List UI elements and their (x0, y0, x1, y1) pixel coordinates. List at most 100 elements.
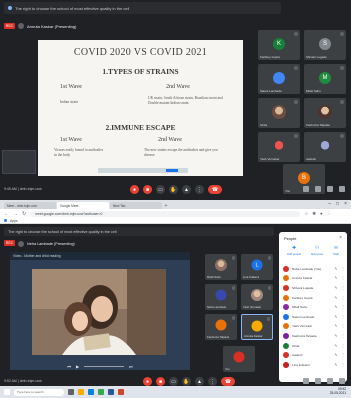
mic-icon[interactable]: ✎ (334, 286, 338, 290)
list-item[interactable]: Ishita ✎ ⋮ (283, 341, 345, 351)
taskbar-clock[interactable]: 09:52 25-05-2021 (330, 388, 346, 395)
more-icon[interactable]: ⋮ (195, 185, 204, 194)
menu-icon[interactable]: ⋮ (327, 211, 332, 217)
bookmark-apps[interactable]: Apps (10, 219, 18, 223)
video-frame[interactable] (32, 269, 166, 355)
skip-back-icon[interactable]: ⏮ (67, 364, 71, 369)
camera-icon[interactable]: ■ (156, 377, 165, 386)
people-icon[interactable] (315, 378, 321, 384)
browser-tab[interactable]: New Tab (110, 202, 162, 209)
more-icon[interactable]: ⋮ (341, 324, 345, 328)
participant-tile[interactable]: L Lina Kulkarni (241, 254, 273, 280)
list-item[interactable]: Yash Vernekar ✎ ⋮ (283, 322, 345, 332)
everyone-button[interactable]: ⚇ Everyone (311, 245, 323, 256)
more-icon[interactable]: ⋮ (341, 315, 345, 319)
mic-icon[interactable]: ✎ (334, 353, 338, 357)
url-input[interactable]: meet.google.com/dmh-tnjm-uxw?authuser=0 (30, 210, 301, 217)
participant-tile[interactable]: Yash Vernekar (241, 284, 273, 310)
end-call-icon[interactable]: ☎ (221, 377, 235, 386)
close-icon[interactable]: × (339, 235, 342, 241)
chat-button[interactable]: ✉ Chat (333, 245, 339, 256)
add-people-button[interactable]: ✚ Add people (287, 245, 301, 256)
list-item[interactable]: Kartikey Gupta ✎ ⋮ (283, 293, 345, 303)
mic-icon[interactable]: ✎ (334, 334, 338, 338)
more-icon[interactable]: ⋮ (341, 286, 345, 290)
more-icon[interactable]: ⋮ (341, 305, 345, 309)
more-icon[interactable]: ⋮ (341, 334, 345, 338)
participant-tile[interactable]: Aadesh (304, 132, 346, 162)
chrome-icon[interactable] (98, 389, 104, 395)
mic-icon[interactable]: ✎ (334, 296, 338, 300)
end-call-icon[interactable]: ☎ (208, 185, 222, 194)
more-icon[interactable]: ⋮ (341, 296, 345, 300)
participant-tile[interactable]: Mitali Sahu (205, 254, 237, 280)
powerpoint-icon[interactable] (118, 389, 124, 395)
info-icon[interactable] (303, 186, 309, 192)
play-icon[interactable]: ▶ (76, 364, 79, 369)
browser-tab[interactable]: Meet - dmh-tnjm-uxw (4, 202, 56, 209)
extensions-icon[interactable]: ✱ (312, 211, 316, 217)
file-explorer-icon[interactable] (78, 389, 84, 395)
reload-icon[interactable]: ↻ (22, 211, 26, 217)
list-item[interactable]: Saloni Lambade ✎ ⋮ (283, 312, 345, 322)
participant-tile[interactable]: Kashmira Talpade (205, 314, 237, 340)
participant-tile[interactable]: K Kartikey Gupta (258, 30, 300, 60)
people-icon[interactable] (315, 186, 321, 192)
mic-icon[interactable]: ✎ (334, 315, 338, 319)
mic-icon[interactable]: ● (130, 185, 139, 194)
chat-icon[interactable] (327, 378, 333, 384)
star-icon[interactable]: ☆ (304, 211, 308, 217)
participant-tile[interactable]: M Mitali Sahu (304, 64, 346, 94)
slide-control-bar[interactable] (98, 168, 188, 173)
mic-icon[interactable]: ● (143, 377, 152, 386)
mic-icon[interactable]: ✎ (334, 344, 338, 348)
browser-tab-active[interactable]: Google Meet (57, 202, 109, 209)
more-icon[interactable]: ⋮ (208, 377, 217, 386)
edge-icon[interactable] (88, 389, 94, 395)
mic-icon[interactable]: ✎ (334, 267, 338, 271)
taskbar-search-input[interactable]: Type here to search (14, 388, 64, 396)
participant-tile[interactable]: Saloni Lambade (258, 64, 300, 94)
more-icon[interactable]: ⋮ (341, 344, 345, 348)
profile-icon[interactable]: ● (320, 211, 323, 216)
chat-icon[interactable] (327, 186, 333, 192)
skip-forward-icon[interactable]: ⏭ (129, 364, 133, 369)
word-icon[interactable] (108, 389, 114, 395)
activities-icon[interactable] (339, 186, 345, 192)
mic-icon[interactable]: ✎ (334, 276, 338, 280)
list-item[interactable]: Aadesh ✎ ⋮ (283, 350, 345, 360)
back-icon[interactable]: ← (4, 211, 9, 217)
info-icon[interactable] (303, 378, 309, 384)
activities-icon[interactable] (339, 378, 345, 384)
mic-icon[interactable]: ✎ (334, 363, 338, 367)
close-icon[interactable]: × (344, 201, 347, 207)
list-item[interactable]: Amruta Kaskar ✎ ⋮ (283, 274, 345, 284)
mic-icon[interactable]: ✎ (334, 305, 338, 309)
cc-icon[interactable]: ▭ (156, 185, 165, 194)
participant-tile[interactable]: Yash Vernekar (258, 132, 300, 162)
list-item[interactable]: Mitali Sahu ✎ ⋮ (283, 302, 345, 312)
video-progress-bar[interactable] (84, 365, 125, 368)
participant-tile-active[interactable]: Amruta Kaskar (241, 314, 273, 340)
cc-icon[interactable]: ▭ (169, 377, 178, 386)
more-icon[interactable]: ⋮ (341, 353, 345, 357)
windows-start-icon[interactable] (4, 389, 10, 395)
participant-tile[interactable]: S Shivani Lugade (304, 30, 346, 60)
maximize-icon[interactable]: □ (336, 201, 339, 207)
camera-icon[interactable]: ■ (143, 185, 152, 194)
hand-icon[interactable]: ✋ (169, 185, 178, 194)
list-item[interactable]: Kashmira Talpade ✎ ⋮ (283, 331, 345, 341)
minimize-icon[interactable]: – (328, 201, 331, 207)
list-item[interactable]: Shivani Lugade ✎ ⋮ (283, 283, 345, 293)
self-tile[interactable]: You (223, 346, 255, 372)
more-icon[interactable]: ⋮ (341, 276, 345, 280)
list-item[interactable]: Lina Kulkarni ✎ ⋮ (283, 360, 345, 370)
participant-tile[interactable]: Ishita (258, 98, 300, 128)
participant-tile[interactable]: Neha Lambade (205, 284, 237, 310)
more-icon[interactable]: ⋮ (341, 267, 345, 271)
task-view-icon[interactable] (68, 389, 74, 395)
participant-tile[interactable]: Kashmira Talpade (304, 98, 346, 128)
list-item[interactable]: Neha Lambade (You) ✎ ⋮ (283, 264, 345, 274)
hand-icon[interactable]: ✋ (182, 377, 191, 386)
more-icon[interactable]: ⋮ (341, 363, 345, 367)
